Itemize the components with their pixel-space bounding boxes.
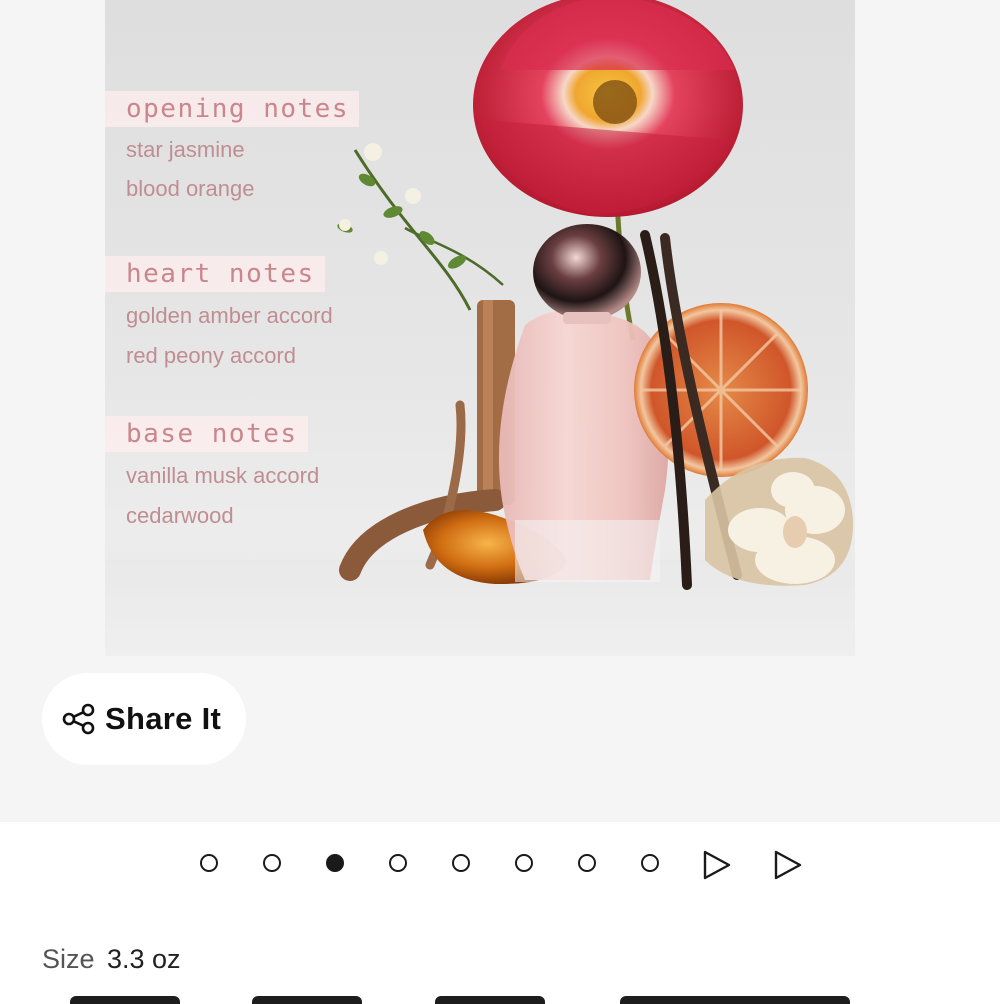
size-label: Size <box>42 944 95 974</box>
base-note-item: vanilla musk accord <box>126 463 320 488</box>
pager-dot[interactable] <box>578 854 596 872</box>
base-notes-heading: base notes <box>105 416 308 452</box>
pager-dot[interactable] <box>515 854 533 872</box>
play-arrow-icon[interactable] <box>702 850 732 880</box>
product-image[interactable]: opening notes star jasmine blood orange … <box>105 0 855 656</box>
size-option-edge[interactable] <box>70 996 180 1004</box>
size-value: 3.3 oz <box>106 944 181 974</box>
heart-note-item: golden amber accord <box>126 303 333 328</box>
size-option-edge[interactable] <box>252 996 362 1004</box>
share-icon <box>62 703 95 735</box>
pager-dot[interactable] <box>452 854 470 872</box>
share-button[interactable]: Share It <box>42 673 246 765</box>
heart-notes-heading: heart notes <box>105 256 325 292</box>
base-note-item: cedarwood <box>126 503 234 528</box>
opening-note-item: star jasmine <box>126 137 245 162</box>
size-option-edge[interactable] <box>620 996 850 1004</box>
play-arrow-icon[interactable] <box>773 850 803 880</box>
share-button-label: Share It <box>105 701 222 736</box>
size-option-edge[interactable] <box>435 996 545 1004</box>
product-gallery: opening notes star jasmine blood orange … <box>0 0 1000 822</box>
pager-dot-active[interactable] <box>326 854 344 872</box>
opening-notes-heading: opening notes <box>105 91 359 127</box>
heart-note-item: red peony accord <box>126 343 296 368</box>
gallery-pager <box>0 845 1000 885</box>
pager-dot[interactable] <box>389 854 407 872</box>
pager-dot[interactable] <box>263 854 281 872</box>
opening-note-item: blood orange <box>126 176 255 201</box>
pager-dot[interactable] <box>641 854 659 872</box>
size-selector-label: Size 3.3 oz <box>42 944 181 980</box>
pager-dot[interactable] <box>200 854 218 872</box>
